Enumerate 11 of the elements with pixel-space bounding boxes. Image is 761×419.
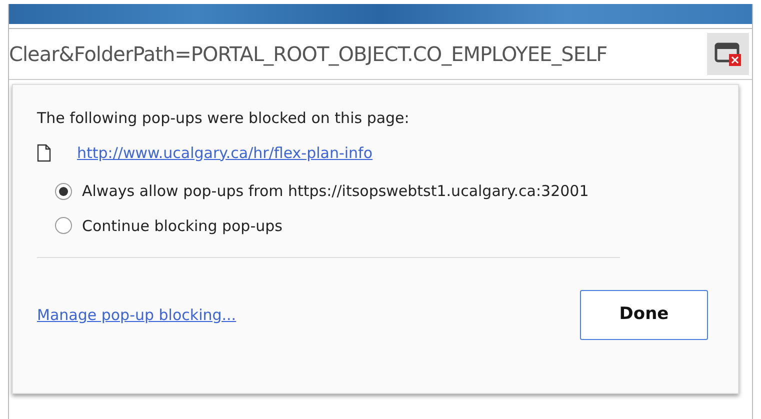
address-field[interactable]: Clear&FolderPath=PORTAL_ROOT_OBJECT.CO_EMPLOYEE_SELF xyxy=(9,39,707,69)
manage-link[interactable]: Manage pop-up blocking... xyxy=(37,304,236,326)
option-label: Always allow pop-ups from https://itsopswebtst1.ucalgary.ca:32001 xyxy=(82,181,589,202)
radio-button[interactable] xyxy=(55,217,72,234)
document-icon xyxy=(37,144,51,162)
blocked-popup-link[interactable]: http://www.ucalgary.ca/hr/flex-plan-info xyxy=(77,142,373,164)
popup-heading: The following pop-ups were blocked on this page: xyxy=(37,108,410,129)
popup-blocked-icon[interactable] xyxy=(707,33,749,75)
radio-button[interactable] xyxy=(55,182,72,200)
option-label: Continue blocking pop-ups xyxy=(82,216,282,236)
done-button[interactable]: Done xyxy=(580,290,708,340)
